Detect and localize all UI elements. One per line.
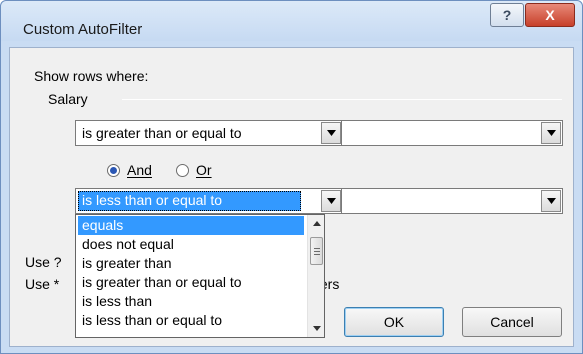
close-icon: X (545, 7, 555, 23)
custom-autofilter-dialog: Custom AutoFilter ? X Show rows where: S… (0, 0, 583, 354)
first-operator-dropdown-button[interactable] (321, 122, 341, 144)
or-radio-dot[interactable] (176, 163, 189, 177)
and-radio-dot[interactable] (107, 163, 120, 177)
dropdown-option[interactable]: is less than (78, 292, 304, 311)
group-divider (122, 99, 562, 100)
dropdown-option[interactable]: does not equal (78, 235, 304, 254)
first-value-dropdown-button[interactable] (541, 122, 561, 144)
or-radio[interactable]: Or (176, 162, 212, 178)
or-radio-label[interactable]: Or (196, 162, 212, 178)
chevron-down-icon (326, 198, 336, 204)
and-radio[interactable]: And (107, 162, 152, 178)
dropdown-scrollbar[interactable] (307, 215, 324, 337)
dropdown-option[interactable]: is greater than (78, 254, 304, 273)
scroll-up-button[interactable] (308, 215, 324, 232)
chevron-up-icon (312, 221, 321, 226)
dropdown-option[interactable]: equals (78, 216, 304, 235)
hint-asterisk-start: Use * (25, 276, 60, 292)
chevron-down-icon (326, 130, 336, 136)
operator-dropdown-list[interactable]: equals does not equal is greater than is… (75, 214, 325, 338)
first-operator-value: is greater than or equal to (82, 125, 242, 141)
dialog-body: Show rows where: Salary is greater than … (9, 47, 574, 347)
field-name-label: Salary (48, 91, 88, 107)
ok-button[interactable]: OK (344, 307, 444, 337)
chevron-down-icon (546, 198, 556, 204)
second-value-combobox[interactable] (341, 188, 563, 214)
chevron-down-icon (312, 326, 321, 331)
and-radio-label[interactable]: And (127, 162, 152, 178)
help-icon: ? (502, 7, 512, 23)
show-rows-label: Show rows where: (34, 68, 149, 84)
second-value-dropdown-button[interactable] (541, 190, 561, 212)
close-button[interactable]: X (525, 3, 575, 27)
title-bar[interactable]: Custom AutoFilter ? X (1, 1, 582, 41)
cancel-button-label: Cancel (490, 314, 534, 330)
scroll-down-button[interactable] (308, 320, 324, 337)
dropdown-option[interactable]: is less than or equal to (78, 311, 304, 330)
dropdown-option[interactable]: is greater than or equal to (78, 273, 304, 292)
second-operator-value: is less than or equal to (78, 191, 301, 211)
hint-question-mark-start: Use ? (25, 254, 62, 270)
chevron-down-icon (546, 130, 556, 136)
second-operator-select[interactable]: is less than or equal to (75, 188, 343, 214)
ok-button-label: OK (383, 314, 405, 330)
cancel-button[interactable]: Cancel (462, 307, 562, 337)
window-title: Custom AutoFilter (23, 21, 143, 38)
first-operator-select[interactable]: is greater than or equal to (75, 120, 343, 146)
second-operator-dropdown-button[interactable] (321, 190, 341, 212)
help-button[interactable]: ? (490, 3, 524, 27)
first-value-combobox[interactable] (341, 120, 563, 146)
scrollbar-thumb[interactable] (310, 237, 323, 265)
